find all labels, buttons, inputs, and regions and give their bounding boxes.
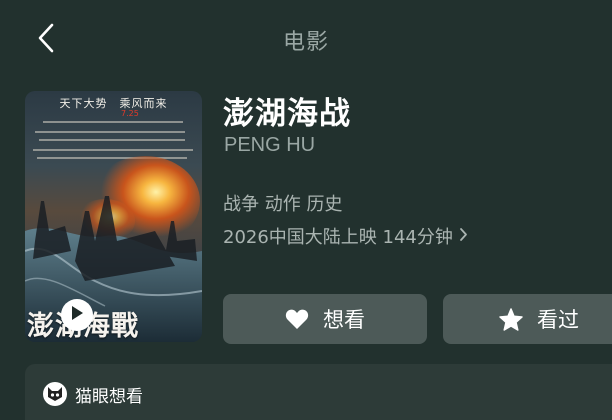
release-info-link[interactable]: 2026中国大陆上映 144分钟 — [223, 223, 468, 249]
heart-icon — [285, 308, 309, 330]
maoyan-cat-icon — [43, 382, 67, 406]
page-title: 电影 — [282, 30, 329, 55]
star-icon — [499, 307, 523, 331]
want-to-watch-label: 想看 — [323, 308, 365, 332]
chevron-right-icon — [453, 226, 468, 247]
movie-poster[interactable]: 7.25 天下大势 乘风而来 澎湖海戰 — [25, 91, 202, 342]
watched-button[interactable]: 看过 — [443, 294, 612, 344]
maoyan-want-card[interactable]: 猫眼想看 — [25, 364, 612, 420]
movie-detail-page: 电影 7.25 天下大势 乘风而来 澎湖海战 PENG HU 战争 动作 历史 … — [0, 0, 612, 420]
movie-title: 澎湖海战 — [223, 96, 351, 132]
play-icon — [70, 305, 84, 325]
movie-genres: 战争 动作 历史 — [223, 194, 343, 215]
play-trailer-button[interactable] — [61, 299, 93, 331]
want-to-watch-button[interactable]: 想看 — [223, 294, 427, 344]
watched-label: 看过 — [537, 308, 579, 332]
maoyan-want-label: 猫眼想看 — [75, 387, 143, 407]
poster-tagline: 天下大势 乘风而来 — [59, 97, 168, 110]
movie-english-title: PENG HU — [224, 134, 316, 156]
poster-title-text: 澎湖海戰 — [27, 304, 202, 342]
release-info-text: 2026中国大陆上映 144分钟 — [223, 227, 453, 248]
